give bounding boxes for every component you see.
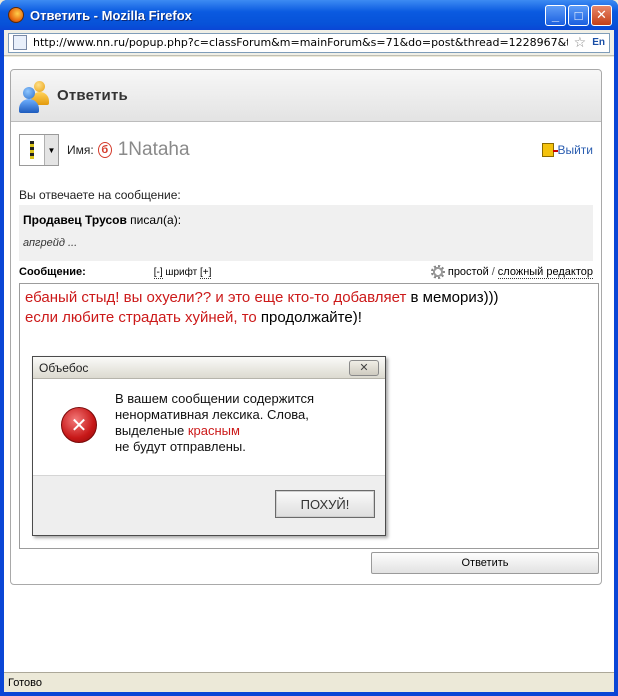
dialog-line-2: ненормативная лексика. Слова, [115, 407, 309, 422]
url-field[interactable]: http://www.nn.ru/popup.php?c=classForum&… [8, 32, 610, 53]
browser-window: Ответить - Mozilla Firefox _ □ ✕ http://… [0, 0, 618, 696]
dialog-footer: ПОХУЙ! [33, 475, 385, 535]
maximize-button[interactable]: □ [568, 4, 589, 26]
title-bar[interactable]: Ответить - Mozilla Firefox _ □ ✕ [0, 0, 618, 30]
address-bar: http://www.nn.ru/popup.php?c=classForum&… [4, 30, 614, 56]
dialog-close-button[interactable]: ✕ [349, 359, 379, 376]
flagged-text: если любите страдать хуйней, то [25, 309, 257, 326]
dialog-title-bar[interactable]: Объебос ✕ [33, 357, 385, 379]
font-increase-button[interactable]: [+] [199, 266, 212, 279]
quote-author-suffix: писал(а): [126, 213, 182, 227]
browser-inner: http://www.nn.ru/popup.php?c=classForum&… [4, 30, 614, 692]
flagged-text: ебаный стыд! вы охуели?? и это еще кто-т… [25, 289, 407, 306]
page-content: Ответить ▼ Имя: б 1Nataha Выйти Вы отвеч… [4, 57, 614, 672]
user-badge-icon: б [97, 142, 112, 158]
reply-to-label: Вы отвечаете на сообщение: [19, 188, 181, 202]
user-name: 1Nataha [117, 139, 190, 160]
minimize-button[interactable]: _ [545, 4, 566, 26]
dialog-line-3a: выделеные [115, 423, 188, 438]
dialog-title: Объебос [39, 360, 89, 375]
font-label: шрифт [162, 266, 200, 278]
status-text: Готово [8, 676, 42, 689]
quote-author: Продавец Трусов писал(а): [23, 213, 589, 227]
dialog-red-word: красным [187, 423, 240, 438]
dialog-ok-button[interactable]: ПОХУЙ! [275, 490, 375, 518]
panel-title: Ответить [57, 87, 128, 104]
users-icon [19, 79, 51, 113]
gear-icon [430, 265, 445, 279]
status-icon [30, 141, 34, 159]
editor-separator: / [491, 266, 495, 278]
quote-text: апгрейд ... [23, 237, 78, 249]
url-text[interactable]: http://www.nn.ru/popup.php?c=classForum&… [33, 36, 568, 49]
panel-header: Ответить [11, 70, 601, 122]
editor-complex-link[interactable]: сложный редактор [497, 266, 593, 279]
name-label: Имя: [67, 143, 94, 157]
message-toolbar: Сообщение: [-] шрифт [+] простой / сложн… [19, 264, 593, 280]
editor-switch: простой / сложный редактор [430, 265, 593, 279]
dialog-line-3: выделеные красным [115, 423, 314, 439]
font-decrease-button[interactable]: [-] [153, 266, 163, 279]
language-icon[interactable]: En [592, 37, 605, 48]
message-line-2: если любите страдать хуйней, то продолжа… [25, 308, 593, 328]
bookmark-star-icon[interactable]: ☆ [574, 34, 587, 51]
close-button[interactable]: ✕ [591, 4, 612, 26]
exit-icon [542, 143, 559, 157]
profanity-dialog: Объебос ✕ ✕ В вашем сообщении содержится… [32, 356, 386, 536]
logout-link[interactable]: Выйти [542, 143, 593, 157]
message-text: продолжайте)! [256, 309, 362, 326]
firefox-icon [8, 7, 24, 23]
error-icon: ✕ [61, 407, 97, 443]
message-label: Сообщение: [19, 266, 86, 278]
dialog-body: ✕ В вашем сообщении содержится ненормати… [33, 379, 385, 475]
message-text: в мемориз))) [406, 289, 499, 306]
chevron-down-icon[interactable]: ▼ [44, 135, 58, 165]
quote-author-name: Продавец Трусов [23, 213, 127, 227]
dialog-line-1: В вашем сообщении содержится [115, 391, 315, 406]
window-title: Ответить - Mozilla Firefox [30, 7, 192, 23]
font-size-control: [-] шрифт [+] [153, 266, 212, 279]
page-icon [13, 35, 27, 50]
dialog-message: В вашем сообщении содержится ненормативн… [115, 391, 314, 475]
status-bar: Готово [4, 672, 614, 692]
editor-simple[interactable]: простой [448, 266, 489, 278]
user-row: ▼ Имя: б 1Nataha Выйти [19, 134, 593, 166]
dialog-line-4: не будут отправлены. [115, 439, 246, 454]
quote-box: Продавец Трусов писал(а): апгрейд ... [19, 205, 593, 261]
submit-button[interactable]: Ответить [371, 552, 599, 574]
logout-label[interactable]: Выйти [557, 143, 593, 157]
status-dropdown[interactable]: ▼ [19, 134, 59, 166]
message-line-1: ебаный стыд! вы охуели?? и это еще кто-т… [25, 288, 593, 308]
